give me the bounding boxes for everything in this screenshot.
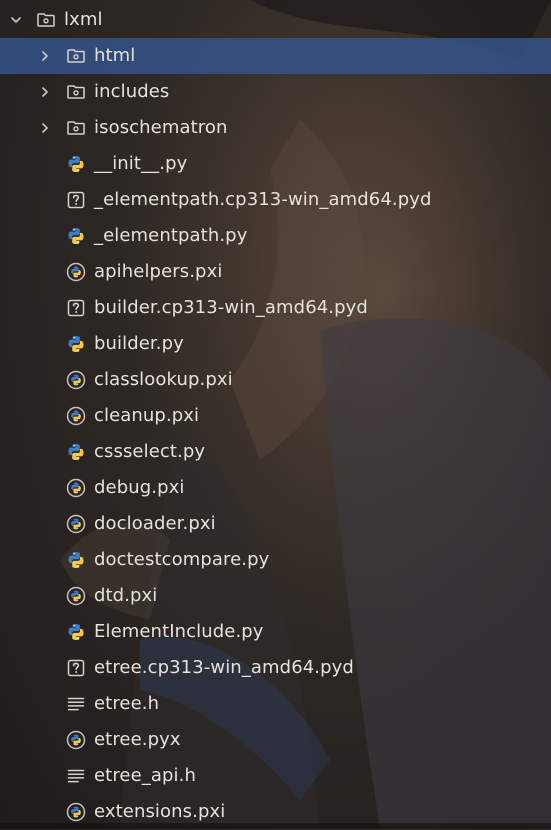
tree-file-etree-pyx[interactable]: etree.pyx xyxy=(0,722,551,758)
tree-item-label: debug.pxi xyxy=(94,477,185,498)
tree-item-label: etree.h xyxy=(94,693,160,714)
chevron-right-icon[interactable] xyxy=(39,122,51,134)
tree-folder-html[interactable]: html xyxy=(0,38,551,74)
tree-file-doctestcompare-py[interactable]: doctestcompare.py xyxy=(0,542,551,578)
chevron-right-icon[interactable] xyxy=(39,86,51,98)
tree-item-label: classlookup.pxi xyxy=(94,369,233,390)
python-icon xyxy=(66,550,86,570)
python-icon xyxy=(66,226,86,246)
tree-file-etree-cp313-win-amd64-pyd[interactable]: etree.cp313-win_amd64.pyd xyxy=(0,650,551,686)
tree-file-elementinclude-py[interactable]: ElementInclude.py xyxy=(0,614,551,650)
tree-item-label: etree_api.h xyxy=(94,765,196,786)
cython-file-icon xyxy=(66,406,86,426)
text-file-icon xyxy=(66,766,86,786)
tree-file-debug-pxi[interactable]: debug.pxi xyxy=(0,470,551,506)
tree-file-classlookup-pxi[interactable]: classlookup.pxi xyxy=(0,362,551,398)
tree-file-elementpath-py[interactable]: _elementpath.py xyxy=(0,218,551,254)
folder-icon xyxy=(66,46,86,66)
cython-file-icon xyxy=(66,370,86,390)
python-icon xyxy=(66,442,86,462)
tree-item-label: doctestcompare.py xyxy=(94,549,270,570)
tree-item-label: docloader.pxi xyxy=(94,513,216,534)
folder-icon xyxy=(36,10,56,30)
tree-file-builder-py[interactable]: builder.py xyxy=(0,326,551,362)
tree-item-label: __init__.py xyxy=(94,153,188,174)
tree-file-cssselect-py[interactable]: cssselect.py xyxy=(0,434,551,470)
text-file-icon xyxy=(66,694,86,714)
folder-icon xyxy=(66,118,86,138)
tree-item-label: etree.pyx xyxy=(94,729,181,750)
python-icon xyxy=(66,154,86,174)
tree-item-label: cssselect.py xyxy=(94,441,206,462)
tree-item-label: dtd.pxi xyxy=(94,585,158,606)
tree-file-etree-api-h[interactable]: etree_api.h xyxy=(0,758,551,794)
tree-item-label: builder.cp313-win_amd64.pyd xyxy=(94,297,368,318)
tree-item-label: ElementInclude.py xyxy=(94,621,264,642)
tree-item-label: etree.cp313-win_amd64.pyd xyxy=(94,657,354,678)
unknown-file-icon xyxy=(66,190,86,210)
tree-file-elementpath-cp313-win-amd64-pyd[interactable]: _elementpath.cp313-win_amd64.pyd xyxy=(0,182,551,218)
tree-item-label: cleanup.pxi xyxy=(94,405,200,426)
tree-file-init-py[interactable]: __init__.py xyxy=(0,146,551,182)
tree-file-etree-h[interactable]: etree.h xyxy=(0,686,551,722)
cython-file-icon xyxy=(66,514,86,534)
tree-file-builder-cp313-win-amd64-pyd[interactable]: builder.cp313-win_amd64.pyd xyxy=(0,290,551,326)
tree-item-label: isoschematron xyxy=(94,117,228,138)
horizontal-scrollbar-track[interactable] xyxy=(0,823,551,829)
chevron-down-icon[interactable] xyxy=(10,14,22,26)
tree-file-apihelpers-pxi[interactable]: apihelpers.pxi xyxy=(0,254,551,290)
cython-file-icon xyxy=(66,802,86,822)
cython-file-icon xyxy=(66,586,86,606)
cython-file-icon xyxy=(66,262,86,282)
chevron-right-icon[interactable] xyxy=(39,50,51,62)
tree-item-label: lxml xyxy=(64,9,103,30)
tree-file-cleanup-pxi[interactable]: cleanup.pxi xyxy=(0,398,551,434)
python-icon xyxy=(66,622,86,642)
tree-folder-includes[interactable]: includes xyxy=(0,74,551,110)
tree-item-label: apihelpers.pxi xyxy=(94,261,223,282)
cython-file-icon xyxy=(66,478,86,498)
unknown-file-icon xyxy=(66,658,86,678)
unknown-file-icon xyxy=(66,298,86,318)
tree-item-label: builder.py xyxy=(94,333,184,354)
tree-item-label: _elementpath.py xyxy=(94,225,248,246)
tree-folder-lxml[interactable]: lxml xyxy=(0,2,551,38)
cython-file-icon xyxy=(66,730,86,750)
tree-file-dtd-pxi[interactable]: dtd.pxi xyxy=(0,578,551,614)
python-icon xyxy=(66,334,86,354)
tree-item-label: includes xyxy=(94,81,170,102)
folder-icon xyxy=(66,82,86,102)
tree-item-label: html xyxy=(94,45,136,66)
tree-folder-isoschematron[interactable]: isoschematron xyxy=(0,110,551,146)
tree-file-docloader-pxi[interactable]: docloader.pxi xyxy=(0,506,551,542)
tree-item-label: _elementpath.cp313-win_amd64.pyd xyxy=(94,189,432,210)
